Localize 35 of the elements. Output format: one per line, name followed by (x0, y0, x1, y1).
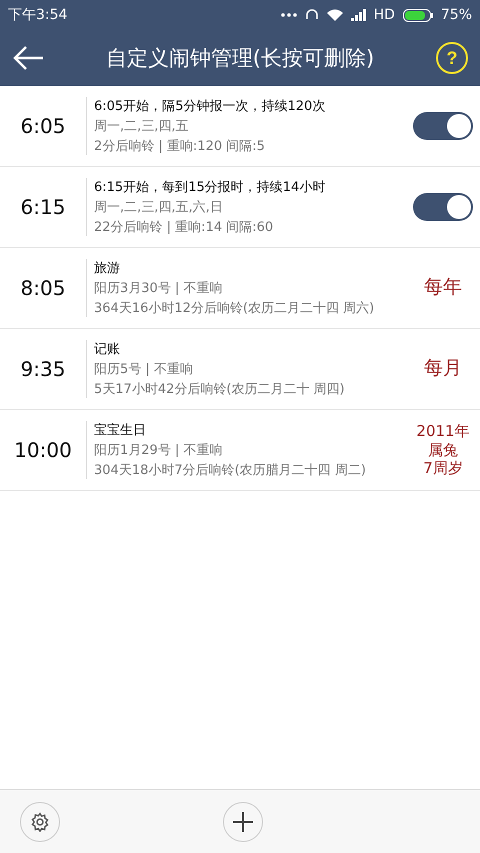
alarm-schedule: 阳历5号 | 不重响 (94, 361, 194, 378)
alarm-schedule: 阳历3月30号 | 不重响 (94, 280, 224, 297)
repeat-label: 2011年 (416, 422, 470, 441)
alarm-row[interactable]: 6:05 6:05开始，隔5分钟报一次，持续120次 周一,二,三,四,五 2分后响铃 | 重响:120 间隔:5 (0, 86, 480, 167)
alarm-countdown: 304天18小时7分后响铃(农历腊月二十四 周二) (94, 462, 367, 479)
help-button[interactable]: ? (436, 42, 468, 74)
alarm-row[interactable]: 6:15 6:15开始，每到15分报时，持续14小时 周一,二,三,四,五,六,日 22分后响铃 | 重响:14 间隔:60 (0, 167, 480, 248)
alarm-title: 6:05开始，隔5分钟报一次，持续120次 (94, 98, 326, 115)
alarm-time: 8:05 (20, 276, 66, 300)
alarm-title: 旅游 (94, 260, 121, 277)
alarm-time: 9:35 (20, 357, 66, 381)
alarm-time: 10:00 (13, 438, 73, 462)
alarm-row[interactable]: 10:00 宝宝生日 阳历1月29号 | 不重响 304天18小时7分后响铃(农历腊月二十四 周二) 2011年 属兔 7周岁 (0, 410, 480, 491)
repeat-label: 每年 (424, 276, 462, 300)
repeat-label: 每月 (424, 357, 462, 381)
repeat-label: 7周岁 (423, 459, 463, 478)
alarm-row[interactable]: 8:05 旅游 阳历3月30号 | 不重响 364天16小时12分后响铃(农历二月二十四 周六) 每年 (0, 248, 480, 329)
alarm-title: 记账 (94, 341, 121, 358)
alarm-countdown: 22分后响铃 | 重响:14 间隔:60 (94, 219, 274, 236)
alarm-schedule: 周一,二,三,四,五,六,日 (94, 199, 224, 216)
network-type: HD (374, 7, 395, 23)
alarm-schedule: 阳历1月29号 | 不重响 (94, 442, 224, 459)
alarm-countdown: 5天17小时42分后响铃(农历二月二十 周四) (94, 381, 346, 398)
alarm-title: 6:15开始，每到15分报时，持续14小时 (94, 179, 326, 196)
alarm-time: 6:15 (20, 195, 66, 219)
alarm-title: 宝宝生日 (94, 422, 147, 439)
alarm-time: 6:05 (20, 114, 66, 138)
status-time: 下午3:54 (8, 6, 68, 24)
alarm-countdown: 2分后响铃 | 重响:120 间隔:5 (94, 138, 266, 155)
alarm-countdown: 364天16小时12分后响铃(农历二月二十四 周六) (94, 300, 376, 317)
alarm-row[interactable]: 9:35 记账 阳历5号 | 不重响 5天17小时42分后响铃(农历二月二十 周四) 每月 (0, 329, 480, 410)
battery-percent: 75% (440, 7, 472, 23)
page-title: 自定义闹钟管理(长按可删除) (104, 45, 376, 72)
alarm-schedule: 周一,二,三,四,五 (94, 118, 190, 135)
repeat-label: 属兔 (428, 440, 458, 460)
